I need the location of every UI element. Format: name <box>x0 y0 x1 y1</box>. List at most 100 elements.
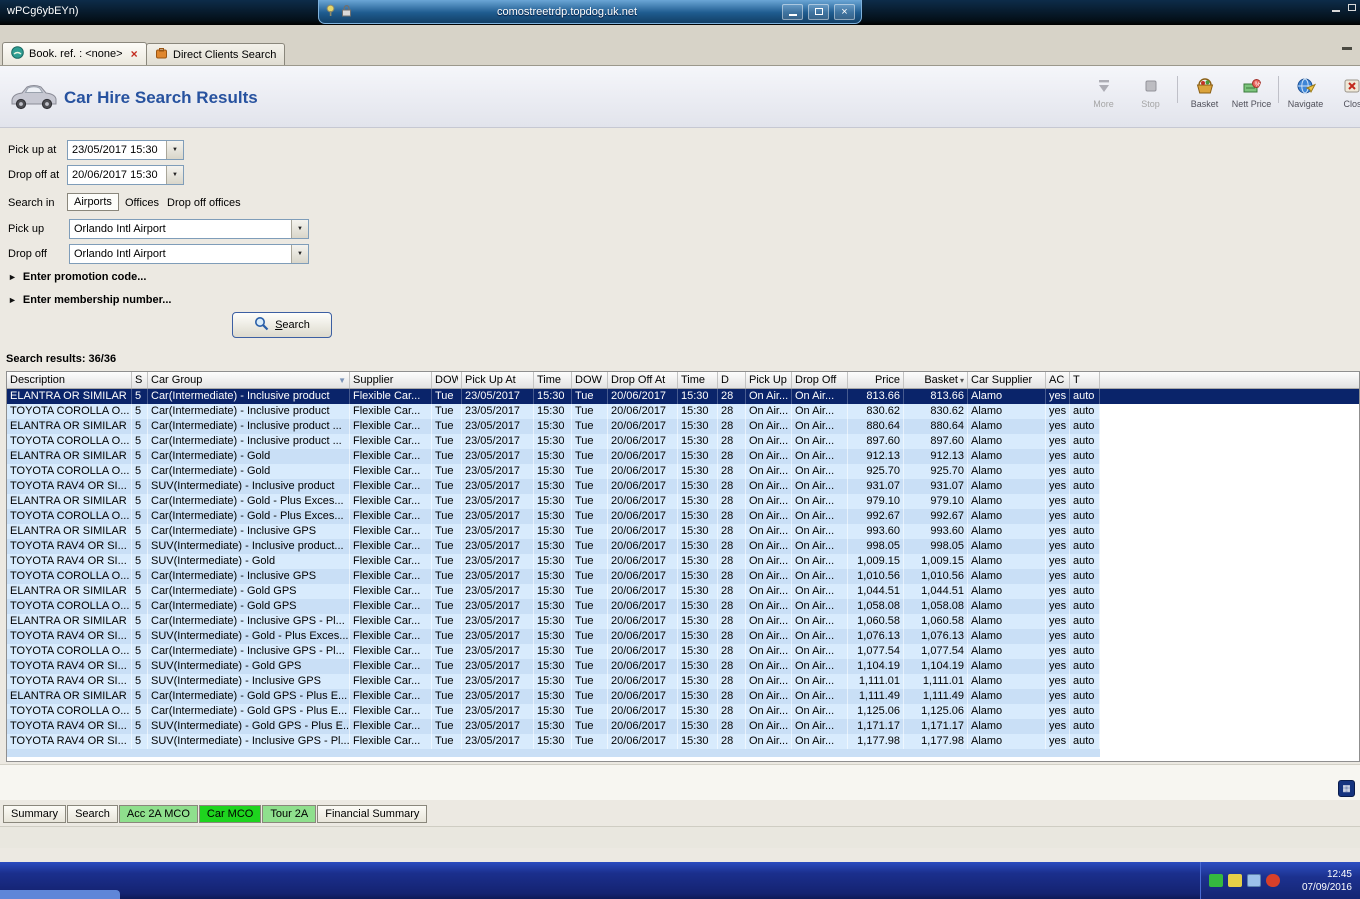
table-row[interactable]: TOYOTA RAV4 OR SI... 5 SUV(Intermediate) -… <box>7 479 1359 494</box>
chevron-down-icon[interactable]: ▼ <box>166 141 183 159</box>
col-header-d[interactable]: D <box>718 372 746 388</box>
tabstrip-minimize-icon[interactable] <box>1342 47 1352 50</box>
table-row[interactable]: ELANTRA OR SIMILAR 5 Car(Intermediate) - G… <box>7 494 1359 509</box>
cell: ELANTRA OR SIMILAR <box>7 449 132 464</box>
filter-funnel-icon[interactable]: ▼ <box>338 376 346 385</box>
dropoff-at-combo[interactable]: 20/06/2017 15:30 ▼ <box>67 165 184 185</box>
col-header-ac[interactable]: AC <box>1046 372 1070 388</box>
col-header-pick-up-at[interactable]: Pick Up At <box>462 372 534 388</box>
table-row[interactable]: TOYOTA RAV4 OR SI... 5 SUV(Intermediate) -… <box>7 539 1359 554</box>
table-row[interactable]: TOYOTA COROLLA O... 5 Car(Intermediate) - … <box>7 404 1359 419</box>
table-row[interactable]: ELANTRA OR SIMILAR 5 Car(Intermediate) - G… <box>7 689 1359 704</box>
chevron-down-icon[interactable]: ▼ <box>291 220 308 238</box>
tray-alert-icon[interactable] <box>1266 874 1280 887</box>
dropoff-at-value[interactable]: 20/06/2017 15:30 <box>68 166 166 184</box>
tray-network-icon[interactable] <box>1209 874 1223 887</box>
cell: On Air... <box>746 599 792 614</box>
col-header-dow[interactable]: DOW <box>432 372 462 388</box>
bottom-tab-car-mco[interactable]: Car MCO <box>198 805 262 823</box>
cell: 15:30 <box>678 629 718 644</box>
cell: On Air... <box>746 524 792 539</box>
col-header-drop-off[interactable]: Drop Off <box>792 372 848 388</box>
col-header-car-supplier[interactable]: Car Supplier <box>968 372 1046 388</box>
bottom-tab-search[interactable]: Search <box>67 805 118 823</box>
col-header-supplier[interactable]: Supplier <box>350 372 432 388</box>
rdp-restore-button[interactable] <box>808 3 829 20</box>
table-row[interactable]: TOYOTA RAV4 OR SI... 5 SUV(Intermediate) -… <box>7 629 1359 644</box>
table-row[interactable]: ELANTRA OR SIMILAR 5 Car(Intermediate) - G… <box>7 584 1359 599</box>
taskbar-window-sliver[interactable] <box>0 890 120 899</box>
table-row[interactable]: ELANTRA OR SIMILAR 5 Car(Intermediate) - I… <box>7 389 1359 404</box>
table-row[interactable]: TOYOTA RAV4 OR SI... 5 SUV(Intermediate) -… <box>7 719 1359 734</box>
table-row[interactable]: TOYOTA COROLLA O... 5 Car(Intermediate) - … <box>7 644 1359 659</box>
pickup-at-value[interactable]: 23/05/2017 15:30 <box>68 141 166 159</box>
tray-display-icon[interactable] <box>1247 874 1261 887</box>
table-row[interactable]: TOYOTA RAV4 OR SI... 5 SUV(Intermediate) -… <box>7 674 1359 689</box>
table-row[interactable]: ELANTRA OR SIMILAR 5 Car(Intermediate) - G… <box>7 449 1359 464</box>
cell: Tue <box>432 614 462 629</box>
col-header-time[interactable]: Time <box>678 372 718 388</box>
col-header-description[interactable]: Description <box>7 372 132 388</box>
table-row[interactable]: ELANTRA OR SIMILAR 5 Car(Intermediate) - I… <box>7 419 1359 434</box>
table-row[interactable]: TOYOTA COROLLA O... 5 Car(Intermediate) - … <box>7 434 1359 449</box>
table-row[interactable]: TOYOTA COROLLA O... 5 Car(Intermediate) - … <box>7 509 1359 524</box>
col-header-pick-up[interactable]: Pick Up <box>746 372 792 388</box>
table-row[interactable]: TOYOTA COROLLA O... 5 Car(Intermediate) - … <box>7 569 1359 584</box>
table-row[interactable]: TOYOTA RAV4 OR SI... 5 SUV(Intermediate) -… <box>7 734 1359 749</box>
tab-close-icon[interactable]: × <box>131 48 138 60</box>
dropoff-location-combo[interactable]: Orlando Intl Airport ▼ <box>69 244 309 264</box>
stop-button[interactable]: Stop <box>1127 70 1174 109</box>
col-header-time[interactable]: Time <box>534 372 572 388</box>
chevron-down-icon[interactable]: ▼ <box>166 166 183 184</box>
table-row[interactable]: TOYOTA RAV4 OR SI... 5 SUV(Intermediate) -… <box>7 554 1359 569</box>
dropoff-location-value[interactable]: Orlando Intl Airport <box>70 245 291 263</box>
pickup-at-combo[interactable]: 23/05/2017 15:30 ▼ <box>67 140 184 160</box>
table-row[interactable]: TOYOTA COROLLA O... 5 Car(Intermediate) - … <box>7 704 1359 719</box>
search-button[interactable]: Search <box>232 312 332 338</box>
chevron-down-icon[interactable]: ▼ <box>291 245 308 263</box>
bottom-tab-summary[interactable]: Summary <box>3 805 67 823</box>
cell: On Air... <box>792 659 848 674</box>
bottom-tab-tour-2a[interactable]: Tour 2A <box>262 805 317 823</box>
col-header-basket[interactable]: Basket ▾ <box>904 372 968 388</box>
tab-booking-ref[interactable]: Book. ref. : <none> × <box>2 42 147 65</box>
nett-price-button[interactable]: % Nett Price <box>1228 70 1275 109</box>
col-header-dow[interactable]: DOW <box>572 372 608 388</box>
table-row[interactable]: TOYOTA COROLLA O... 5 Car(Intermediate) - … <box>7 599 1359 614</box>
search-in-dropoff-offices[interactable]: Drop off offices <box>161 195 247 211</box>
col-header-s[interactable]: S <box>132 372 148 388</box>
col-header-drop-off-at[interactable]: Drop Off At <box>608 372 678 388</box>
search-in-airports[interactable]: Airports <box>67 193 119 211</box>
more-button[interactable]: More <box>1080 70 1127 109</box>
col-header-t[interactable]: T <box>1070 372 1100 388</box>
table-row[interactable]: TOYOTA COROLLA O... 5 Car(Intermediate) - … <box>7 464 1359 479</box>
pin-icon[interactable] <box>325 4 336 20</box>
rdp-minimize-button[interactable] <box>782 3 803 20</box>
window-minimize-icon[interactable] <box>1332 10 1340 12</box>
membership-toggle[interactable]: ► Enter membership number... <box>8 294 171 306</box>
table-row-partial[interactable] <box>7 749 1100 757</box>
bottom-tab-financial-summary[interactable]: Financial Summary <box>317 805 428 823</box>
table-row[interactable]: ELANTRA OR SIMILAR 5 Car(Intermediate) - I… <box>7 614 1359 629</box>
promo-code-toggle[interactable]: ► Enter promotion code... <box>8 271 146 283</box>
table-row[interactable]: ELANTRA OR SIMILAR 5 Car(Intermediate) - I… <box>7 524 1359 539</box>
col-header-car-group[interactable]: Car Group ▼ <box>148 372 350 388</box>
navigate-button[interactable]: Navigate <box>1282 70 1329 109</box>
pickup-location-value[interactable]: Orlando Intl Airport <box>70 220 291 238</box>
corner-app-icon[interactable]: ▦ <box>1338 780 1355 797</box>
table-row[interactable]: TOYOTA RAV4 OR SI... 5 SUV(Intermediate) -… <box>7 659 1359 674</box>
window-restore-icon[interactable] <box>1348 4 1356 11</box>
search-in-offices[interactable]: Offices <box>119 195 165 211</box>
bottom-tab-acc-2a-mco[interactable]: Acc 2A MCO <box>118 805 198 823</box>
cell: 28 <box>718 464 746 479</box>
cell: Flexible Car... <box>350 494 432 509</box>
rdp-close-button[interactable]: × <box>834 3 855 20</box>
car-icon <box>8 80 60 115</box>
close-screen-button[interactable]: Clos <box>1329 70 1360 109</box>
basket-button[interactable]: Basket <box>1181 70 1228 109</box>
booking-tab-icon <box>11 46 24 62</box>
col-header-price[interactable]: Price <box>848 372 904 388</box>
pickup-location-combo[interactable]: Orlando Intl Airport ▼ <box>69 219 309 239</box>
tray-mail-icon[interactable] <box>1228 874 1242 887</box>
tab-direct-clients-search[interactable]: Direct Clients Search <box>146 43 286 65</box>
